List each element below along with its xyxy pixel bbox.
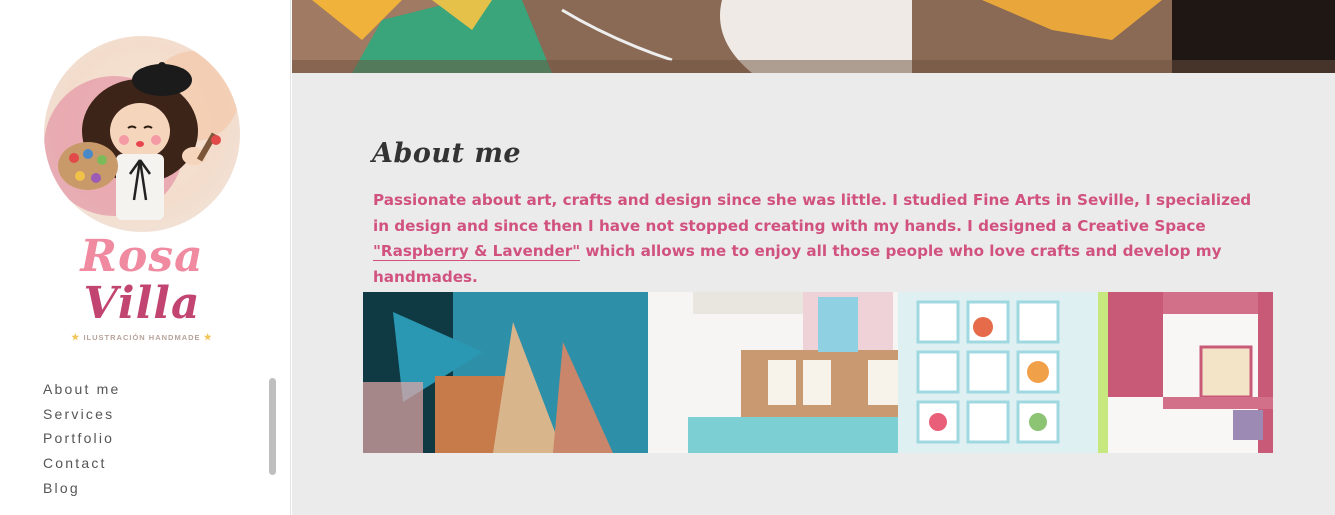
logo-tagline-text: ILUSTRACIÓN HANDMADE xyxy=(83,333,201,342)
nav-item-contact[interactable]: Contact xyxy=(43,452,121,477)
star-icon: ★ xyxy=(203,332,213,342)
sidebar: Rosa Villa ★ ILUSTRACIÓN HANDMADE ★ Abou… xyxy=(0,0,291,515)
site-logo[interactable]: Rosa Villa ★ ILUSTRACIÓN HANDMADE ★ xyxy=(40,34,244,354)
sidebar-scrollbar[interactable] xyxy=(269,378,276,475)
hero-image xyxy=(292,0,1335,73)
raspberry-lavender-link[interactable]: "Raspberry & Lavender" xyxy=(373,242,581,261)
page: Rosa Villa ★ ILUSTRACIÓN HANDMADE ★ Abou… xyxy=(0,0,1335,515)
about-paragraph: Passionate about art, crafts and design … xyxy=(373,188,1253,290)
logo-name-line2: Villa xyxy=(83,278,201,329)
crafts-photo-icon xyxy=(292,0,1335,73)
studio-banner-image xyxy=(363,292,1273,453)
about-text-part1: Passionate about art, crafts and design … xyxy=(373,191,1252,235)
logo-illustration xyxy=(44,36,240,232)
studio-shelves-photo-icon xyxy=(363,292,1273,453)
nav-item-services[interactable]: Services xyxy=(43,403,121,428)
logo-name-line1: Rosa xyxy=(80,231,204,282)
main-content: About me Passionate about art, crafts an… xyxy=(292,0,1335,515)
main-nav: About me Services Portfolio Contact Blog xyxy=(43,378,121,501)
doll-illustration-icon xyxy=(44,51,239,220)
nav-item-blog[interactable]: Blog xyxy=(43,477,121,502)
about-title: About me xyxy=(372,138,522,169)
nav-item-portfolio[interactable]: Portfolio xyxy=(43,427,121,452)
logo-wordmark: Rosa Villa ★ ILUSTRACIÓN HANDMADE ★ xyxy=(40,234,244,343)
star-icon: ★ xyxy=(71,332,81,342)
nav-item-about-me[interactable]: About me xyxy=(43,378,121,403)
logo-tagline: ★ ILUSTRACIÓN HANDMADE ★ xyxy=(40,332,244,343)
